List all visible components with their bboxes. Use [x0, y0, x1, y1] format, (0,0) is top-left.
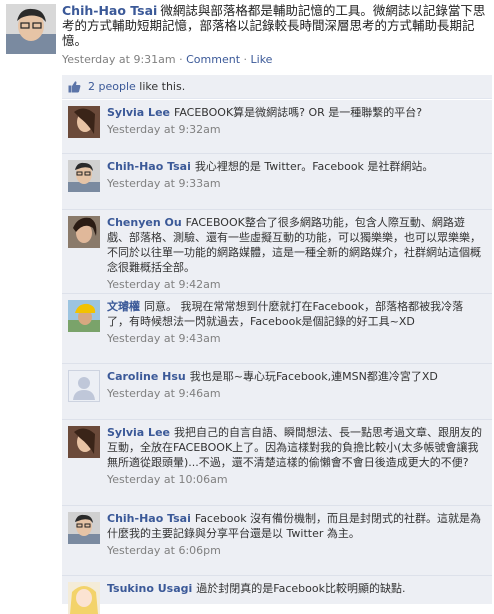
- comment-body: Sylvia Lee FACEBOOK算是微網誌嗎? OR 是一種聯繫的平台? Y…: [107, 105, 482, 137]
- comment-body: Sylvia Lee 我把自己的自言自語、瞬間想法、長一點思考過文章、跟朋友的互動…: [107, 425, 482, 487]
- comment-link[interactable]: Comment: [186, 53, 240, 66]
- comment-text: 我也是耶~專心玩Facebook,連MSN都進冷宮了XD: [189, 370, 438, 383]
- comment-item: Chih-Hao Tsai Facebook 沒有備份機制，而且是封閉式的社群。這…: [62, 506, 492, 576]
- comment-author-link[interactable]: Tsukino Usagi: [107, 582, 192, 595]
- like-link[interactable]: Like: [251, 53, 273, 66]
- post: Chih-Hao Tsai 微網誌與部落格都是輔助記憶的工具。微網誌以記錄當下思考…: [0, 0, 494, 70]
- comment-timestamp: Yesterday at 9:32am: [107, 123, 221, 136]
- comment-body: Chih-Hao Tsai Facebook 沒有備份機制，而且是封閉式的社群。這…: [107, 511, 482, 558]
- commenter-avatar[interactable]: [68, 106, 100, 138]
- commenter-avatar[interactable]: [68, 160, 100, 192]
- comment-author-link[interactable]: Chih-Hao Tsai: [107, 512, 191, 525]
- thumbs-up-icon: [68, 81, 81, 93]
- commenter-avatar[interactable]: [68, 582, 100, 614]
- comment-timestamp: Yesterday at 9:42am: [107, 278, 221, 291]
- comment-item: Sylvia Lee 我把自己的自言自語、瞬間想法、長一點思考過文章、跟朋友的互動…: [62, 420, 492, 506]
- comment-timestamp: Yesterday at 9:33am: [107, 177, 221, 190]
- comment-author-link[interactable]: Chenyen Ou: [107, 216, 182, 229]
- post-timestamp: Yesterday at 9:31am: [62, 53, 176, 66]
- comment-author-link[interactable]: Sylvia Lee: [107, 426, 170, 439]
- comment-text: 同意。 我現在常常想到什麼就打在Facebook，部落格都被我冷落了，有時候想法…: [107, 300, 464, 328]
- comment-timestamp: Yesterday at 9:43am: [107, 332, 221, 345]
- comment-body: Chenyen Ou FACEBOOK整合了很多網路功能，包含人際互動、網路遊戲、…: [107, 215, 482, 292]
- likes-summary: 2 people like this.: [62, 75, 492, 99]
- commenter-avatar[interactable]: [68, 216, 100, 248]
- comment-author-link[interactable]: Caroline Hsu: [107, 370, 186, 383]
- comment-item: 文璿權 同意。 我現在常常想到什麼就打在Facebook，部落格都被我冷落了，有時…: [62, 294, 492, 364]
- comment-author-link[interactable]: Chih-Hao Tsai: [107, 160, 191, 173]
- comment-item: Chih-Hao Tsai 我心裡想的是 Twitter。Facebook 是社群…: [62, 154, 492, 210]
- comment-text: 我心裡想的是 Twitter。Facebook 是社群網站。: [194, 160, 434, 173]
- likers-link[interactable]: 2 people: [88, 80, 136, 93]
- comment-author-link[interactable]: 文璿權: [107, 300, 140, 313]
- default-avatar-icon[interactable]: [68, 370, 100, 402]
- comment-text: FACEBOOK算是微網誌嗎? OR 是一種聯繫的平台?: [174, 106, 423, 119]
- comment-text: 過於封閉真的是Facebook比較明顯的缺點.: [196, 582, 406, 595]
- comment-timestamp: Yesterday at 6:06pm: [107, 544, 221, 557]
- post-message: Chih-Hao Tsai 微網誌與部落格都是輔助記憶的工具。微網誌以記錄當下思考…: [62, 3, 490, 48]
- comment-body: Tsukino Usagi 過於封閉真的是Facebook比較明顯的缺點.: [107, 581, 482, 596]
- likes-text: 2 people like this.: [88, 80, 185, 93]
- comment-body: Chih-Hao Tsai 我心裡想的是 Twitter。Facebook 是社群…: [107, 159, 482, 191]
- meta-separator-2: ·: [240, 53, 251, 66]
- comment-item: Caroline Hsu 我也是耶~專心玩Facebook,連MSN都進冷宮了XD…: [62, 364, 492, 420]
- comment-author-link[interactable]: Sylvia Lee: [107, 106, 170, 119]
- comment-body: 文璿權 同意。 我現在常常想到什麼就打在Facebook，部落格都被我冷落了，有時…: [107, 299, 482, 346]
- comment-timestamp: Yesterday at 10:06am: [107, 473, 228, 486]
- comment-item: Sylvia Lee FACEBOOK算是微網誌嗎? OR 是一種聯繫的平台? Y…: [62, 100, 492, 154]
- post-meta: Yesterday at 9:31am · Comment · Like: [62, 53, 272, 66]
- comment-body: Caroline Hsu 我也是耶~專心玩Facebook,連MSN都進冷宮了XD…: [107, 369, 482, 401]
- comment-timestamp: Yesterday at 9:46am: [107, 387, 221, 400]
- likes-suffix: like this.: [135, 80, 186, 93]
- meta-separator: ·: [175, 53, 187, 66]
- comment-item: Chenyen Ou FACEBOOK整合了很多網路功能，包含人際互動、網路遊戲、…: [62, 210, 492, 294]
- post-author-link[interactable]: Chih-Hao Tsai: [62, 3, 157, 18]
- post-author-avatar[interactable]: [6, 4, 56, 54]
- commenter-avatar[interactable]: [68, 300, 100, 332]
- comment-item: Tsukino Usagi 過於封閉真的是Facebook比較明顯的缺點.: [62, 576, 492, 614]
- commenter-avatar[interactable]: [68, 426, 100, 458]
- commenter-avatar[interactable]: [68, 512, 100, 544]
